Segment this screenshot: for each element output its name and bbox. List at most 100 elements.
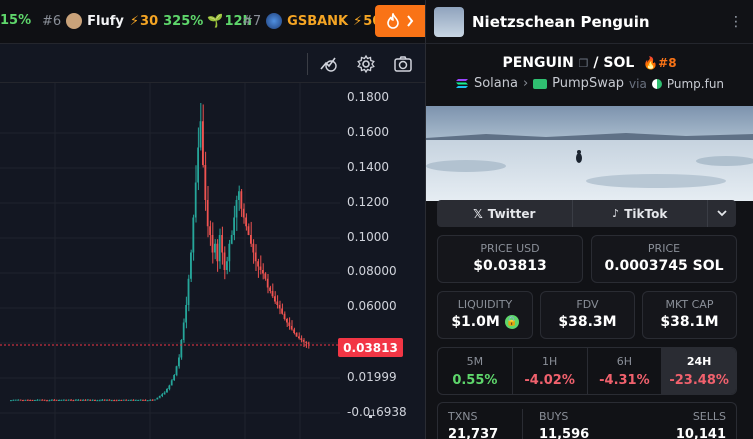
quote-symbol: SOL bbox=[603, 55, 634, 71]
candle-body bbox=[257, 261, 259, 266]
candle-body bbox=[12, 400, 14, 401]
candle-body bbox=[188, 279, 190, 305]
candles-svg bbox=[0, 83, 340, 439]
tab-1h[interactable]: 1H -4.02% bbox=[513, 348, 588, 394]
candle-body bbox=[281, 309, 283, 314]
candle-body bbox=[94, 400, 96, 401]
candle-body bbox=[70, 400, 72, 401]
liquidity-label: LIQUIDITY bbox=[438, 298, 532, 311]
y-axis-label: 0.1800 bbox=[347, 90, 389, 104]
market-cap-label: MKT CAP bbox=[643, 298, 736, 311]
candle-body bbox=[202, 121, 204, 165]
candle-body bbox=[152, 400, 154, 401]
candle-body bbox=[303, 340, 305, 342]
twitter-button[interactable]: 𝕏 Twitter bbox=[437, 200, 573, 227]
dex-link[interactable]: PumpSwap bbox=[552, 76, 624, 91]
divider bbox=[522, 409, 523, 439]
candle-body bbox=[204, 165, 206, 200]
pumpswap-icon bbox=[533, 79, 547, 89]
candle-body bbox=[233, 218, 235, 236]
candle-body bbox=[147, 400, 149, 401]
via-text: via bbox=[629, 77, 647, 91]
ticker-rank: #7 bbox=[242, 14, 261, 29]
more-socials-button[interactable] bbox=[708, 200, 736, 227]
ticker-item-prev[interactable]: 15% bbox=[0, 13, 31, 28]
ticker-item-gsbank[interactable]: #7 GSBANK ⚡ 50 bbox=[242, 13, 382, 29]
tab-change: 0.55% bbox=[438, 373, 512, 388]
candle-body bbox=[22, 400, 24, 401]
candle-body bbox=[207, 200, 209, 226]
candle-body bbox=[161, 394, 163, 396]
fdv-card: FDV $38.3M bbox=[540, 291, 635, 339]
candle-body bbox=[260, 267, 262, 271]
trending-button[interactable] bbox=[375, 5, 425, 37]
ticker-item-flufy[interactable]: #6 Flufy ⚡ 30 325% 🌱 12h bbox=[42, 13, 252, 29]
market-cap-card: MKT CAP $38.1M bbox=[642, 291, 737, 339]
candle-body bbox=[197, 148, 199, 183]
price-chart[interactable]: 0.1800 0.1600 0.1400 0.1200 0.1000 0.080… bbox=[0, 45, 425, 439]
settings-gear-icon[interactable] bbox=[356, 54, 376, 74]
candle-body bbox=[228, 244, 230, 262]
tab-label: 6H bbox=[588, 355, 662, 368]
candle-body bbox=[72, 400, 74, 401]
copy-icon[interactable]: ❐ bbox=[579, 57, 589, 70]
launchpad-link[interactable]: Pump.fun bbox=[667, 77, 724, 91]
chart-toolbar bbox=[0, 45, 425, 83]
tab-change: -23.48% bbox=[662, 373, 736, 388]
liquidity-card: LIQUIDITY $1.0M 🔒 bbox=[437, 291, 533, 339]
tab-24h[interactable]: 24H -23.48% bbox=[662, 348, 736, 394]
candle-body bbox=[101, 400, 103, 401]
txns-value: 21,737 bbox=[448, 427, 498, 439]
current-price-tag: 0.03813 bbox=[338, 338, 403, 357]
candle-body bbox=[46, 400, 48, 401]
candle-body bbox=[77, 400, 79, 401]
token-avatar bbox=[266, 13, 282, 29]
candle-body bbox=[209, 226, 211, 235]
candle-body bbox=[267, 279, 269, 288]
candle-body bbox=[87, 400, 89, 401]
candle-body bbox=[92, 400, 94, 401]
candle-body bbox=[159, 396, 161, 398]
candle-body bbox=[106, 400, 108, 401]
candle-body bbox=[300, 338, 302, 340]
txns-label: TXNS bbox=[448, 410, 477, 423]
candle-body bbox=[56, 400, 58, 401]
buys-label: BUYS bbox=[539, 410, 568, 423]
more-options-icon[interactable]: ⋮ bbox=[729, 14, 743, 30]
candle-body bbox=[113, 400, 115, 401]
candle-body bbox=[305, 342, 307, 343]
candle-body bbox=[240, 191, 242, 209]
toolbar-divider bbox=[307, 53, 308, 75]
liquidity-value: $1.0M 🔒 bbox=[438, 314, 532, 330]
candle-body bbox=[252, 244, 254, 253]
panel-header: Nietzschean Penguin ⋮ bbox=[426, 0, 753, 44]
fire-icon: 🔥 bbox=[643, 56, 658, 70]
y-axis-label: 0.06000 bbox=[347, 299, 397, 313]
candle-body bbox=[68, 400, 70, 401]
candle-body bbox=[164, 393, 166, 395]
candle-body bbox=[272, 291, 274, 296]
y-axis-label: 0.1200 bbox=[347, 195, 389, 209]
indicators-icon[interactable] bbox=[318, 54, 338, 74]
tab-6h[interactable]: 6H -4.31% bbox=[588, 348, 663, 394]
candle-body bbox=[276, 302, 278, 306]
candle-body bbox=[192, 218, 194, 253]
candle-body bbox=[238, 191, 240, 200]
candle-body bbox=[29, 400, 31, 401]
price-native-card: PRICE 0.0003745 SOL bbox=[591, 235, 737, 283]
chain-link[interactable]: Solana bbox=[474, 76, 518, 91]
candle-body bbox=[15, 400, 17, 401]
tiktok-button[interactable]: ♪ TikTok bbox=[573, 200, 709, 227]
tab-5m[interactable]: 5M 0.55% bbox=[438, 348, 513, 394]
candle-body bbox=[65, 400, 67, 401]
candle-body bbox=[96, 400, 98, 401]
penguin-image bbox=[426, 106, 753, 201]
price-usd-card: PRICE USD $0.03813 bbox=[437, 235, 583, 283]
camera-icon[interactable] bbox=[393, 54, 413, 74]
candle-body bbox=[108, 400, 110, 401]
y-axis-label: -0.016938 bbox=[347, 405, 407, 419]
y-axis-label: 0.1400 bbox=[347, 160, 389, 174]
candle-body bbox=[274, 296, 276, 301]
candle-body bbox=[116, 400, 118, 401]
candle-body bbox=[41, 400, 43, 401]
